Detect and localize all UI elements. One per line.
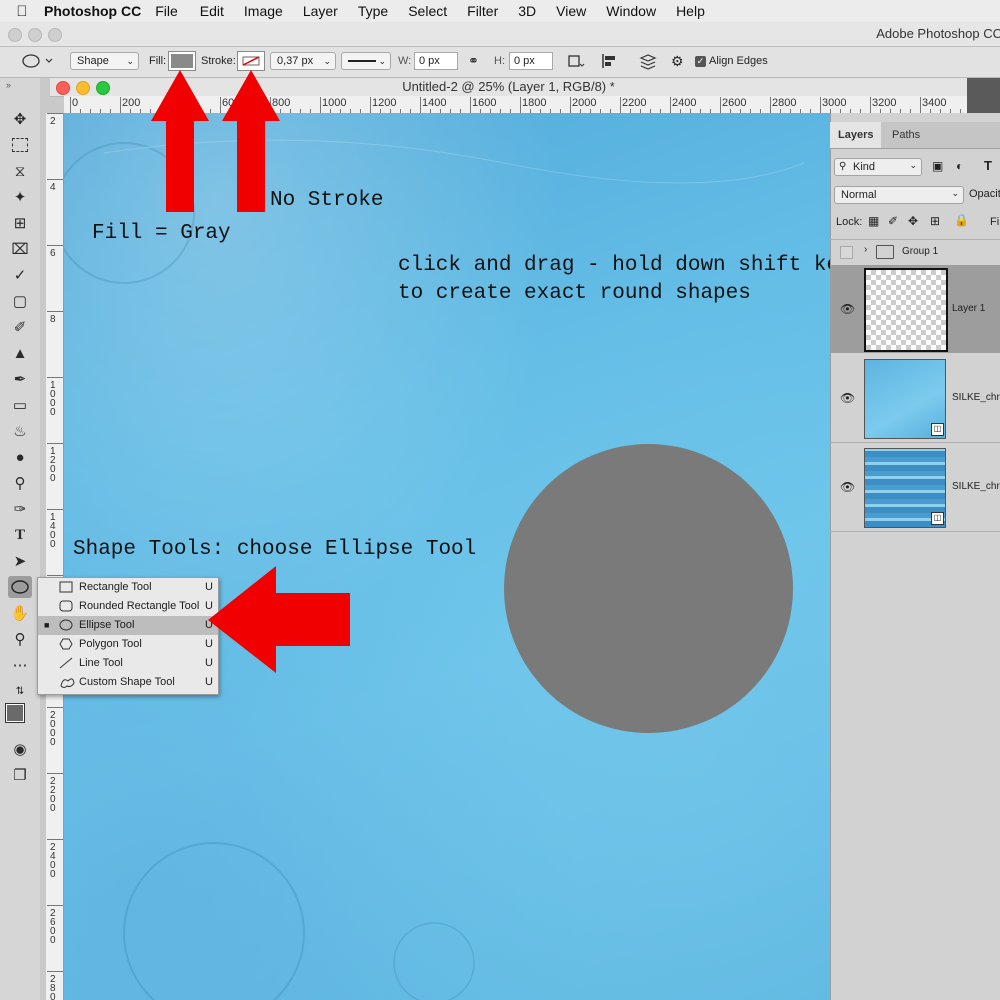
annotation-arrows [151,70,350,673]
ellipse-tool-arrow [208,566,350,673]
stroke-arrow [222,70,280,212]
fill-arrow [151,70,209,212]
